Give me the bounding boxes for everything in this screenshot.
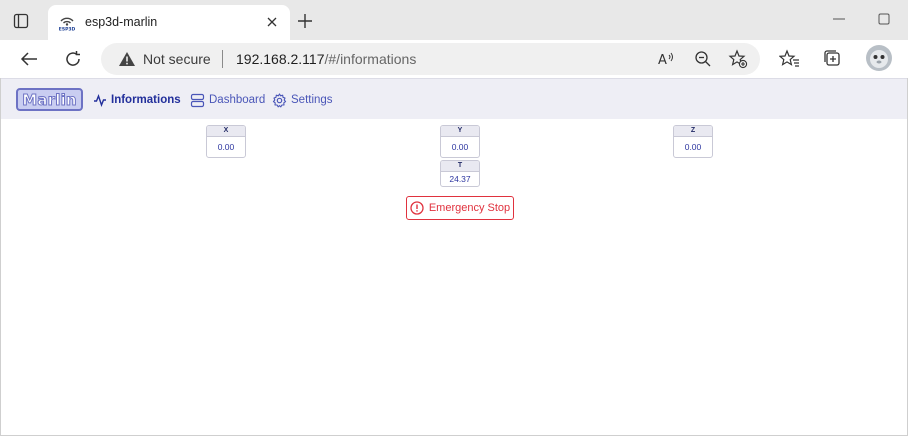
position-y-label: Y — [441, 126, 479, 137]
nav-informations-label: Informations — [111, 94, 181, 106]
address-bar: Not secure 192.168.2.117/#/informations … — [0, 40, 908, 78]
url-path: /#/informations — [324, 51, 417, 67]
app-navbar: Marlin Informations Dashboard Settings — [1, 78, 907, 119]
position-z: Z 0.00 — [673, 125, 713, 158]
read-aloud-icon[interactable]: A — [656, 49, 676, 69]
page-content: Marlin Informations Dashboard Settings X… — [0, 78, 908, 436]
url-text[interactable]: 192.168.2.117/#/informations — [236, 51, 416, 67]
back-arrow-icon[interactable] — [18, 48, 40, 70]
emergency-stop-label: Emergency Stop — [428, 202, 511, 214]
position-x-value: 0.00 — [217, 142, 235, 152]
nav-dashboard-label: Dashboard — [209, 94, 266, 106]
position-z-label: Z — [674, 126, 712, 137]
zoom-out-icon[interactable] — [693, 49, 713, 69]
position-x-label: X — [207, 126, 245, 137]
browser-tab[interactable]: ESP3D esp3d-marlin — [48, 5, 290, 40]
nav-settings-label: Settings — [291, 94, 333, 106]
position-z-value: 0.00 — [684, 142, 702, 152]
position-y-value: 0.00 — [451, 142, 469, 152]
favorites-icon[interactable] — [778, 48, 801, 70]
security-label[interactable]: Not secure — [143, 51, 211, 67]
nav-informations[interactable]: Informations — [93, 91, 181, 109]
tab-actions-icon[interactable] — [10, 10, 32, 32]
svg-text:ESP3D: ESP3D — [59, 27, 76, 32]
activity-icon — [94, 93, 106, 107]
maximize-icon[interactable] — [877, 12, 891, 26]
temperature-t-value: 24.37 — [449, 174, 471, 184]
temperature-t: T 24.37 — [440, 160, 480, 187]
position-x: X 0.00 — [206, 125, 246, 158]
omnibox-divider — [222, 50, 223, 68]
profile-avatar[interactable] — [866, 45, 892, 71]
url-host: 192.168.2.117 — [236, 51, 325, 67]
favicon-icon: ESP3D — [58, 15, 76, 33]
alert-circle-icon — [410, 201, 424, 215]
collections-icon[interactable] — [822, 48, 844, 70]
marlin-logo[interactable]: Marlin — [16, 88, 83, 111]
server-icon — [190, 93, 205, 107]
warning-icon[interactable] — [118, 51, 136, 67]
gear-icon — [272, 92, 287, 107]
minimize-icon[interactable] — [832, 12, 846, 26]
close-icon[interactable] — [264, 14, 280, 30]
omnibox[interactable]: Not secure 192.168.2.117/#/informations … — [101, 43, 760, 75]
plus-icon[interactable] — [296, 12, 314, 30]
tab-strip: ESP3D esp3d-marlin — [0, 0, 908, 40]
svg-text:A: A — [658, 53, 667, 68]
nav-dashboard[interactable]: Dashboard — [190, 91, 265, 109]
nav-settings[interactable]: Settings — [272, 91, 333, 109]
position-y: Y 0.00 — [440, 125, 480, 158]
tab-title: esp3d-marlin — [85, 15, 158, 29]
add-favorite-icon[interactable] — [728, 49, 748, 69]
refresh-icon[interactable] — [62, 48, 84, 70]
emergency-stop-button[interactable]: Emergency Stop — [406, 196, 514, 220]
temperature-t-label: T — [441, 161, 479, 172]
